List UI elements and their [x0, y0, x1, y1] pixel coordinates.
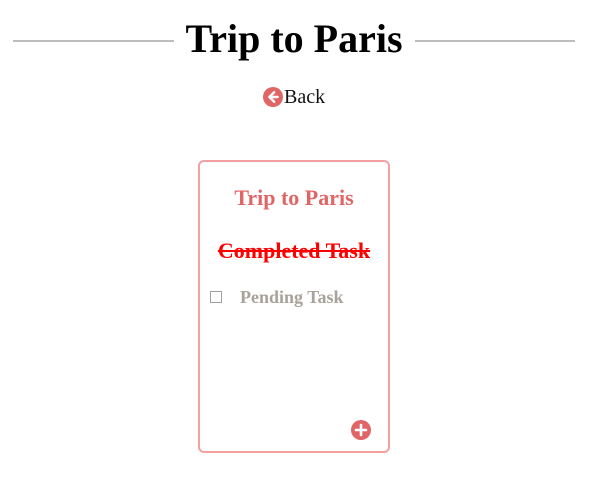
plus-circle-icon[interactable] — [351, 420, 371, 440]
arrow-left-circle-icon — [263, 87, 283, 107]
header-rule-right — [414, 40, 576, 42]
page-title: Trip to Paris — [185, 16, 403, 61]
page-header: Trip to Paris — [13, 12, 576, 66]
back-link[interactable]: Back — [263, 86, 325, 108]
task-checkbox[interactable] — [210, 291, 222, 303]
back-label: Back — [284, 86, 326, 108]
pending-task-label: Pending Task — [240, 287, 344, 307]
todo-list-card: Trip to Paris Completed Task Pending Tas… — [198, 160, 390, 453]
header-rule-left — [13, 40, 174, 42]
list-title: Trip to Paris — [234, 185, 354, 210]
completed-task-item[interactable]: Completed Task — [200, 238, 388, 263]
pending-task-item[interactable]: Pending Task — [210, 288, 344, 306]
page: Trip to Paris Back Trip to Paris Complet… — [0, 0, 599, 479]
